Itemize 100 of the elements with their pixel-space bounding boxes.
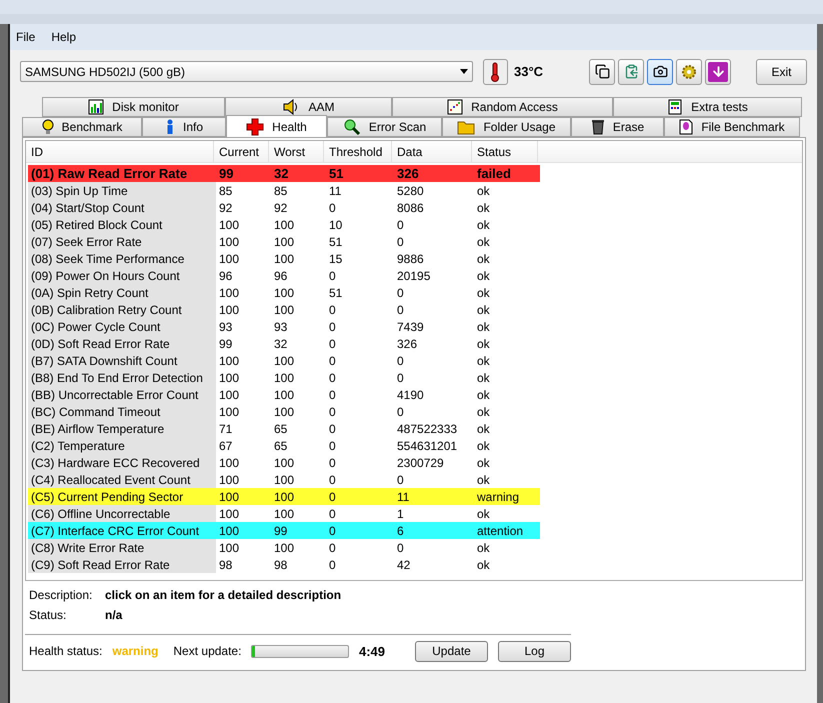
tab[interactable]: Disk monitor bbox=[42, 97, 225, 117]
table-cell-text: 100 bbox=[273, 472, 296, 488]
download-button[interactable] bbox=[705, 58, 732, 84]
table-cell-text: 0 bbox=[328, 472, 337, 488]
column-header[interactable]: ID bbox=[26, 141, 214, 162]
column-header[interactable]: Data bbox=[392, 141, 472, 162]
table-cell-text: ok bbox=[476, 302, 491, 318]
table-row[interactable]: (C7) Interface CRC Error Count 100 99 0 6 attention bbox=[28, 522, 540, 539]
bar-chart-icon bbox=[88, 99, 104, 115]
table-cell-text: 100 bbox=[218, 302, 240, 318]
column-header[interactable]: Status bbox=[472, 141, 538, 162]
tab[interactable]: File Benchmark bbox=[664, 117, 800, 137]
table-cell-text: 100 bbox=[218, 352, 240, 369]
table-cell-text: 100 bbox=[218, 472, 240, 488]
table-cell-text: 11 bbox=[328, 182, 342, 199]
column-header[interactable]: Worst bbox=[269, 141, 324, 162]
table-row[interactable]: (C8) Write Error Rate 100 100 0 0 ok bbox=[28, 539, 540, 556]
table-row[interactable]: (07) Seek Error Rate 100 100 51 0 ok bbox=[28, 233, 540, 250]
options-button[interactable] bbox=[676, 58, 702, 84]
footer-button[interactable]: Log bbox=[498, 640, 571, 662]
tab[interactable]: Random Access bbox=[392, 97, 613, 117]
table-cell-text: 100 bbox=[273, 234, 296, 250]
footer-button[interactable]: Update bbox=[415, 640, 488, 662]
status-label: Status: bbox=[29, 606, 68, 624]
description-label: Description: bbox=[29, 586, 94, 604]
table-row[interactable]: (C3) Hardware ECC Recovered 100 100 0 2300729 ok bbox=[28, 454, 540, 471]
table-cell-text: ok bbox=[476, 268, 491, 284]
table-row[interactable]: (BE) Airflow Temperature 71 65 0 487522333 ok bbox=[28, 420, 540, 437]
table-cell-text: warning bbox=[476, 488, 520, 505]
table-cell-text: ok bbox=[476, 234, 491, 250]
table-row[interactable]: (0B) Calibration Retry Count 100 100 0 0 ok bbox=[28, 301, 540, 318]
table-cell-text: 554631201 bbox=[396, 438, 458, 454]
table-row[interactable]: (08) Seek Time Performance 100 100 15 9886 ok bbox=[28, 250, 540, 267]
tab[interactable]: Extra tests bbox=[613, 97, 802, 117]
table-cell-text: 32 bbox=[273, 165, 290, 182]
table-cell-text: 51 bbox=[328, 234, 344, 250]
table-row[interactable]: (BB) Uncorrectable Error Count 100 100 0 4190 ok bbox=[28, 386, 540, 403]
menu-item[interactable]: File bbox=[16, 28, 36, 46]
table-row[interactable]: (04) Start/Stop Count 92 92 0 8086 ok bbox=[28, 199, 540, 216]
table-cell-text: 51 bbox=[328, 284, 344, 301]
table-cell-text: 0 bbox=[328, 454, 337, 471]
table-row[interactable]: (BC) Command Timeout 100 100 0 0 ok bbox=[28, 403, 540, 420]
table-row[interactable]: (0C) Power Cycle Count 93 93 0 7439 ok bbox=[28, 318, 540, 335]
table-cell-text: 0 bbox=[328, 352, 337, 369]
table-cell-text: ok bbox=[476, 472, 491, 488]
table-cell-text: 100 bbox=[218, 488, 240, 505]
table-cell: (B8) End To End Error Detection bbox=[28, 369, 216, 386]
table-cell-text: 100 bbox=[273, 370, 296, 386]
table-cell-text: 99 bbox=[218, 165, 234, 182]
table-row[interactable]: (0A) Spin Retry Count 100 100 51 0 ok bbox=[28, 284, 540, 301]
table-cell-text: 0 bbox=[396, 216, 405, 233]
table-row[interactable]: (03) Spin Up Time 85 85 11 5280 ok bbox=[28, 182, 540, 199]
table-cell: (0C) Power Cycle Count bbox=[28, 318, 216, 335]
table-row[interactable]: (C5) Current Pending Sector 100 100 0 11 warning bbox=[28, 488, 540, 505]
tab[interactable]: AAM bbox=[225, 97, 392, 117]
table-row[interactable]: (01) Raw Read Error Rate 99 32 51 326 failed bbox=[28, 165, 540, 182]
table-cell-text: 100 bbox=[218, 234, 240, 250]
tab[interactable]: Info bbox=[142, 117, 226, 137]
table-cell-text: 10 bbox=[328, 216, 344, 233]
table-cell-text: 100 bbox=[273, 454, 296, 471]
table-row[interactable]: (0D) Soft Read Error Rate 99 32 0 326 ok bbox=[28, 335, 540, 352]
folder-icon bbox=[457, 119, 476, 135]
table-row[interactable]: (C4) Reallocated Event Count 100 100 0 0 ok bbox=[28, 471, 540, 488]
table-cell-text: 100 bbox=[218, 540, 240, 556]
copy-button[interactable] bbox=[589, 58, 616, 84]
table-cell-text: 0 bbox=[328, 420, 337, 437]
table-row[interactable]: (C9) Soft Read Error Rate 98 98 0 42 ok bbox=[28, 556, 540, 573]
table-cell-text: 0 bbox=[396, 472, 405, 488]
table-cell-text: 100 bbox=[273, 302, 296, 318]
table-cell-text: 487522333 bbox=[396, 420, 458, 437]
table-row[interactable]: (C2) Temperature 67 65 0 554631201 ok bbox=[28, 437, 540, 454]
drive-dropdown[interactable]: SAMSUNG HD502IJ (500 gB) bbox=[20, 61, 472, 82]
column-header[interactable]: Current bbox=[214, 141, 269, 162]
table-row[interactable]: (C6) Offline Uncorrectable 100 100 0 1 ok bbox=[28, 505, 540, 522]
tab[interactable]: Erase bbox=[571, 117, 664, 137]
screenshot-button[interactable] bbox=[647, 58, 674, 84]
table-cell-text: attention bbox=[476, 522, 524, 539]
tab[interactable]: Folder Usage bbox=[442, 117, 571, 137]
table-cell-text: 85 bbox=[218, 182, 234, 199]
menu-item[interactable]: Help bbox=[51, 28, 76, 46]
thermometer-button[interactable] bbox=[482, 58, 508, 84]
info-icon bbox=[164, 119, 175, 135]
exit-button[interactable]: Exit bbox=[756, 58, 807, 84]
copy-colored-button[interactable] bbox=[618, 58, 644, 84]
table-cell-text: 100 bbox=[218, 284, 240, 301]
table-cell: (C9) Soft Read Error Rate bbox=[28, 556, 216, 573]
table-row[interactable]: (B8) End To End Error Detection 100 100 0 0 ok bbox=[28, 369, 540, 386]
table-row[interactable]: (09) Power On Hours Count 96 96 0 20195 ok bbox=[28, 267, 540, 284]
table-row[interactable]: (B7) SATA Downshift Count 100 100 0 0 ok bbox=[28, 352, 540, 369]
column-header[interactable]: Threshold bbox=[324, 141, 392, 162]
table-row[interactable]: (05) Retired Block Count 100 100 10 0 ok bbox=[28, 216, 540, 233]
table-cell-text: 100 bbox=[273, 284, 296, 301]
tab[interactable]: Health bbox=[226, 115, 327, 137]
cross-icon bbox=[246, 118, 264, 136]
table-cell-text: 0 bbox=[328, 522, 337, 539]
table-cell-text: 0 bbox=[328, 488, 337, 505]
table-cell-text: 67 bbox=[218, 438, 234, 454]
tab[interactable]: Error Scan bbox=[327, 117, 442, 137]
tab[interactable]: Benchmark bbox=[22, 117, 142, 137]
table-cell-text: ok bbox=[476, 200, 491, 216]
